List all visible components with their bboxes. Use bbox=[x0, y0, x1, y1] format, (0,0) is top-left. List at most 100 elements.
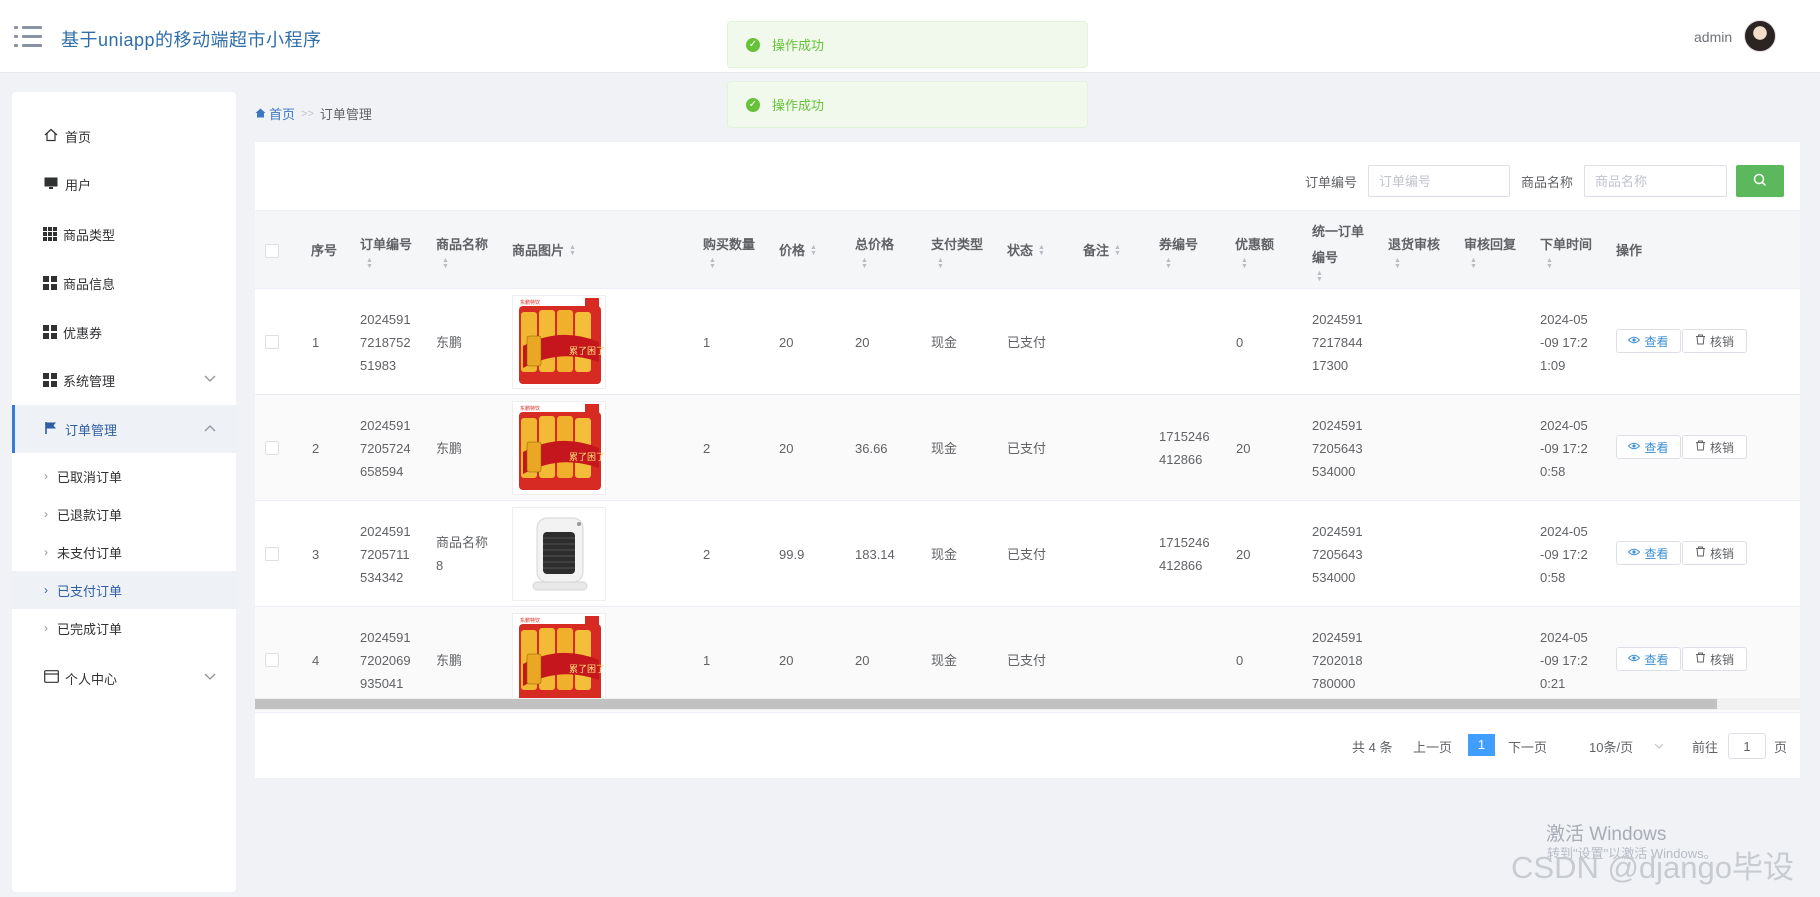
sidebar-item-home[interactable]: 首页 bbox=[12, 112, 236, 160]
grid-icon bbox=[43, 325, 57, 339]
row-checkbox[interactable] bbox=[265, 395, 279, 501]
eye-icon bbox=[1628, 335, 1641, 347]
view-button-label: 查看 bbox=[1644, 546, 1669, 561]
sort-icon[interactable]: ▲ ▼ bbox=[1316, 270, 1323, 283]
col-refund-review[interactable]: 退货审核 ▲ ▼ bbox=[1388, 211, 1450, 290]
search-button[interactable] bbox=[1736, 165, 1784, 197]
sort-icon[interactable]: ▲ ▼ bbox=[569, 244, 576, 257]
avatar[interactable] bbox=[1744, 20, 1776, 52]
sidebar-item-label: 用户 bbox=[65, 177, 92, 193]
pagination-prev-button[interactable]: 上一页 bbox=[1413, 732, 1452, 760]
row-checkbox[interactable] bbox=[265, 501, 279, 607]
horizontal-scrollbar[interactable] bbox=[255, 698, 1800, 710]
pagination-next-button[interactable]: 下一页 bbox=[1508, 732, 1547, 760]
writeoff-button[interactable]: 核销 bbox=[1682, 647, 1747, 671]
user-name[interactable]: admin bbox=[1694, 29, 1732, 45]
cell-product-image[interactable] bbox=[512, 501, 606, 607]
sort-icon[interactable]: ▲ ▼ bbox=[442, 257, 449, 270]
view-button[interactable]: 查看 bbox=[1616, 647, 1681, 671]
sidebar-item-system[interactable]: 系统管理 bbox=[12, 356, 236, 404]
cell-index: 1 bbox=[312, 334, 320, 350]
cell-product-image[interactable]: 累了困了 东鹏特饮 bbox=[512, 395, 606, 501]
page-size-value: 10条/页 bbox=[1589, 739, 1634, 755]
col-review-reply[interactable]: 审核回复 ▲ ▼ bbox=[1464, 211, 1526, 290]
cell-price: 20 bbox=[779, 334, 794, 350]
view-button[interactable]: 查看 bbox=[1616, 435, 1681, 459]
table-header: 序号 订单编号 ▲ ▼ 商品名称 ▲ ▼ 商品图片 ▲ ▼ 购买数量 ▲ ▼ 价格 ▲ ▼ bbox=[255, 210, 1800, 289]
cell-product-image[interactable]: 累了困了 东鹏特饮 bbox=[512, 289, 606, 395]
pagination-current-page[interactable]: 1 bbox=[1468, 734, 1495, 756]
sort-icon[interactable]: ▲ ▼ bbox=[1114, 244, 1121, 257]
writeoff-button-label: 核销 bbox=[1709, 334, 1734, 349]
trash-icon bbox=[1695, 440, 1706, 454]
writeoff-button[interactable]: 核销 bbox=[1682, 435, 1747, 459]
sort-icon[interactable]: ▲ ▼ bbox=[810, 244, 817, 257]
pagination-goto-label: 前往 bbox=[1692, 739, 1719, 755]
cell-price: 20 bbox=[779, 440, 794, 456]
sort-icon[interactable]: ▲ ▼ bbox=[937, 257, 944, 270]
chevron-up-icon bbox=[204, 423, 216, 435]
sort-icon[interactable]: ▲ ▼ bbox=[1038, 244, 1045, 257]
row-checkbox[interactable] bbox=[265, 289, 279, 395]
sidebar-subitem-paid-orders[interactable]: › 已支付订单 bbox=[12, 571, 236, 609]
sidebar-subitem-unpaid-orders[interactable]: › 未支付订单 bbox=[12, 533, 236, 571]
view-button[interactable]: 查看 bbox=[1616, 329, 1681, 353]
page-size-select[interactable]: 10条/页 bbox=[1575, 732, 1670, 760]
writeoff-button[interactable]: 核销 bbox=[1682, 541, 1747, 565]
col-order-no[interactable]: 订单编号 ▲ ▼ bbox=[360, 211, 422, 290]
cell-status: 已支付 bbox=[1007, 546, 1047, 562]
sidebar-item-products[interactable]: 商品信息 bbox=[12, 259, 236, 307]
sort-icon[interactable]: ▲ ▼ bbox=[1241, 257, 1248, 270]
product-thumbnail[interactable] bbox=[512, 507, 606, 601]
breadcrumb: 首页 >> 订单管理 bbox=[255, 104, 372, 123]
sort-icon[interactable]: ▲ ▼ bbox=[1546, 257, 1553, 270]
sort-icon[interactable]: ▲ ▼ bbox=[1165, 257, 1172, 270]
sidebar-item-product-types[interactable]: 商品类型 bbox=[12, 210, 236, 258]
sort-icon[interactable]: ▲ ▼ bbox=[366, 257, 373, 270]
sidebar-subitem-cancelled-orders[interactable]: › 已取消订单 bbox=[12, 457, 236, 495]
col-status[interactable]: 状态 ▲ ▼ bbox=[1007, 211, 1045, 290]
col-product-name[interactable]: 商品名称 ▲ ▼ bbox=[436, 211, 498, 290]
select-all-checkbox[interactable] bbox=[265, 211, 279, 290]
col-total[interactable]: 总价格 ▲ ▼ bbox=[855, 211, 917, 290]
product-name-input[interactable] bbox=[1584, 165, 1727, 197]
svg-text:累了困了: 累了困了 bbox=[569, 452, 605, 463]
home-icon bbox=[43, 128, 59, 145]
writeoff-button[interactable]: 核销 bbox=[1682, 329, 1747, 353]
sidebar-item-orders[interactable]: 订单管理 bbox=[12, 405, 236, 453]
sidebar-subitem-label: 未支付订单 bbox=[57, 545, 123, 561]
chevron-down-icon bbox=[1654, 741, 1664, 752]
sort-icon[interactable]: ▲ ▼ bbox=[861, 257, 868, 270]
chevron-down-icon bbox=[204, 672, 216, 684]
sidebar-item-users[interactable]: 用户 bbox=[12, 160, 236, 208]
col-discount[interactable]: 优惠额 ▲ ▼ bbox=[1235, 211, 1297, 290]
sort-icon[interactable]: ▲ ▼ bbox=[1470, 257, 1477, 270]
order-no-input[interactable] bbox=[1368, 165, 1510, 197]
col-pay-type[interactable]: 支付类型 ▲ ▼ bbox=[931, 211, 993, 290]
sort-icon[interactable]: ▲ ▼ bbox=[709, 257, 716, 270]
cell-product-name: 商品名称 8 bbox=[436, 535, 489, 573]
sort-icon[interactable]: ▲ ▼ bbox=[1394, 257, 1401, 270]
sidebar-subitem-refunded-orders[interactable]: › 已退款订单 bbox=[12, 495, 236, 533]
product-thumbnail[interactable]: 累了困了 东鹏特饮 bbox=[512, 401, 606, 495]
sidebar-subitem-label: 已完成订单 bbox=[57, 621, 123, 637]
cell-unified-no: 2024591 7217844 17300 bbox=[1312, 311, 1363, 373]
view-button[interactable]: 查看 bbox=[1616, 541, 1681, 565]
pagination-goto-input[interactable] bbox=[1728, 733, 1766, 759]
menu-toggle-icon[interactable] bbox=[14, 26, 42, 48]
col-coupon-no[interactable]: 券编号 ▲ ▼ bbox=[1159, 211, 1221, 290]
breadcrumb-home-link[interactable]: 首页 bbox=[269, 104, 295, 123]
col-order-time[interactable]: 下单时间 ▲ ▼ bbox=[1540, 211, 1602, 290]
sidebar-item-coupons[interactable]: 优惠券 bbox=[12, 308, 236, 356]
product-thumbnail[interactable]: 累了困了 东鹏特饮 bbox=[512, 613, 606, 707]
product-thumbnail[interactable]: 累了困了 东鹏特饮 bbox=[512, 295, 606, 389]
sidebar-subitem-completed-orders[interactable]: › 已完成订单 bbox=[12, 609, 236, 647]
col-product-image[interactable]: 商品图片 ▲ ▼ bbox=[512, 211, 576, 290]
home-icon bbox=[255, 106, 266, 121]
sidebar-item-profile[interactable]: 个人中心 bbox=[12, 654, 236, 702]
col-unified-no[interactable]: 统一订单 编号 ▲ ▼ bbox=[1312, 211, 1374, 290]
col-price[interactable]: 价格 ▲ ▼ bbox=[779, 211, 817, 290]
col-remark[interactable]: 备注 ▲ ▼ bbox=[1083, 211, 1121, 290]
svg-text:东鹏特饮: 东鹏特饮 bbox=[520, 405, 540, 412]
col-quantity[interactable]: 购买数量 ▲ ▼ bbox=[703, 211, 765, 290]
